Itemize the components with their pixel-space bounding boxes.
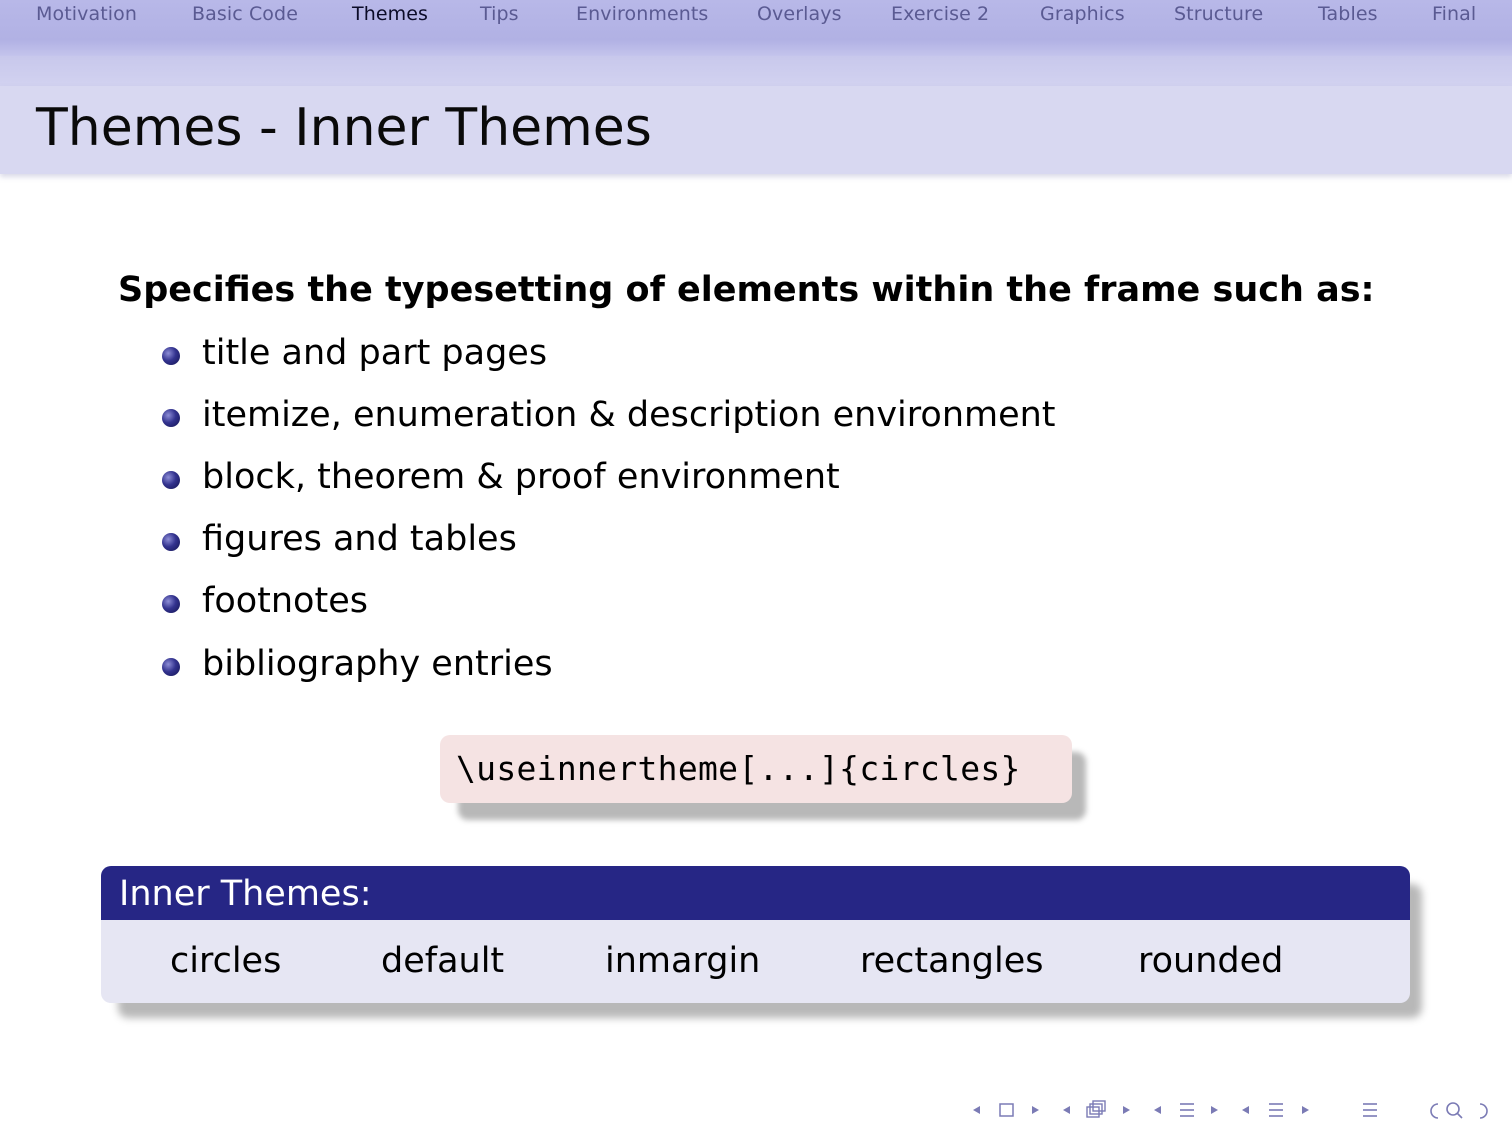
left-arrow-icon[interactable]	[1154, 1106, 1161, 1114]
subsection-band	[0, 56, 1512, 86]
bullet-icon	[162, 533, 180, 551]
list-item: figures and tables	[0, 516, 1200, 562]
nav-section-tables[interactable]: Tables	[1318, 3, 1378, 25]
left-arrow-icon[interactable]	[1063, 1106, 1070, 1114]
section-icon[interactable]	[1180, 1103, 1194, 1117]
subsection-icon[interactable]	[1086, 1100, 1106, 1118]
right-arrow-icon[interactable]	[1123, 1106, 1130, 1114]
nav-section-motivation[interactable]: Motivation	[36, 3, 137, 25]
left-arrow-icon[interactable]	[973, 1106, 980, 1114]
nav-section-exercise-2[interactable]: Exercise 2	[891, 3, 989, 25]
list-item: itemize, enumeration & description envir…	[0, 392, 1200, 438]
list-item-label: figures and tables	[202, 519, 517, 559]
list-item: title and part pages	[0, 330, 1200, 376]
inner-themes-block: Inner Themes: circles default inmargin r…	[101, 866, 1410, 1003]
code-box: \useinnertheme[...]{circles}	[440, 735, 1072, 803]
list-item: block, theorem & proof environment	[0, 454, 1200, 500]
bullet-icon	[162, 409, 180, 427]
block-cell-rectangles: rectangles	[860, 941, 1044, 981]
block-cell-rounded: rounded	[1138, 941, 1284, 981]
forward-icon[interactable]	[1479, 1103, 1488, 1119]
beamer-navigation-symbols	[968, 1096, 1508, 1126]
block-header: Inner Themes:	[101, 866, 1410, 920]
right-arrow-icon[interactable]	[1302, 1106, 1309, 1114]
back-icon[interactable]	[1430, 1103, 1439, 1119]
align-icon[interactable]	[1363, 1103, 1377, 1117]
block-title: Inner Themes:	[119, 874, 372, 914]
bullet-icon	[162, 595, 180, 613]
list-item-label: itemize, enumeration & description envir…	[202, 395, 1056, 435]
subsection-list-icon[interactable]	[1269, 1103, 1283, 1117]
frame-title: Themes - Inner Themes	[36, 98, 652, 158]
nav-section-graphics[interactable]: Graphics	[1040, 3, 1125, 25]
bullet-icon	[162, 347, 180, 365]
block-cell-inmargin: inmargin	[605, 941, 761, 981]
block-cell-default: default	[381, 941, 505, 981]
code-text: \useinnertheme[...]{circles}	[456, 749, 1021, 788]
nav-section-final[interactable]: Final	[1432, 3, 1476, 25]
right-arrow-icon[interactable]	[1211, 1106, 1218, 1114]
nav-section-tips[interactable]: Tips	[480, 3, 519, 25]
nav-section-basic-code[interactable]: Basic Code	[192, 3, 298, 25]
search-icon[interactable]	[1446, 1102, 1463, 1119]
right-arrow-icon[interactable]	[1032, 1106, 1039, 1114]
lead-text: Specifies the typesetting of elements wi…	[118, 270, 1375, 310]
block-cell-circles: circles	[170, 941, 282, 981]
bullet-icon	[162, 471, 180, 489]
nav-section-themes[interactable]: Themes	[352, 3, 428, 25]
list-item-label: footnotes	[202, 581, 368, 621]
nav-section-structure[interactable]: Structure	[1174, 3, 1263, 25]
list-item: footnotes	[0, 578, 1200, 624]
list-item-label: title and part pages	[202, 333, 548, 373]
nav-section-overlays[interactable]: Overlays	[757, 3, 842, 25]
bullet-icon	[162, 658, 180, 676]
list-item-label: bibliography entries	[202, 644, 553, 684]
section-navigation: Motivation Basic Code Themes Tips Enviro…	[0, 0, 1512, 56]
navigation-symbols-svg	[973, 1100, 1488, 1119]
list-item-label: block, theorem & proof environment	[202, 457, 840, 497]
frame-icon[interactable]	[999, 1103, 1014, 1117]
list-item: bibliography entries	[0, 641, 1200, 687]
nav-section-environments[interactable]: Environments	[576, 3, 708, 25]
left-arrow-icon[interactable]	[1242, 1106, 1249, 1114]
